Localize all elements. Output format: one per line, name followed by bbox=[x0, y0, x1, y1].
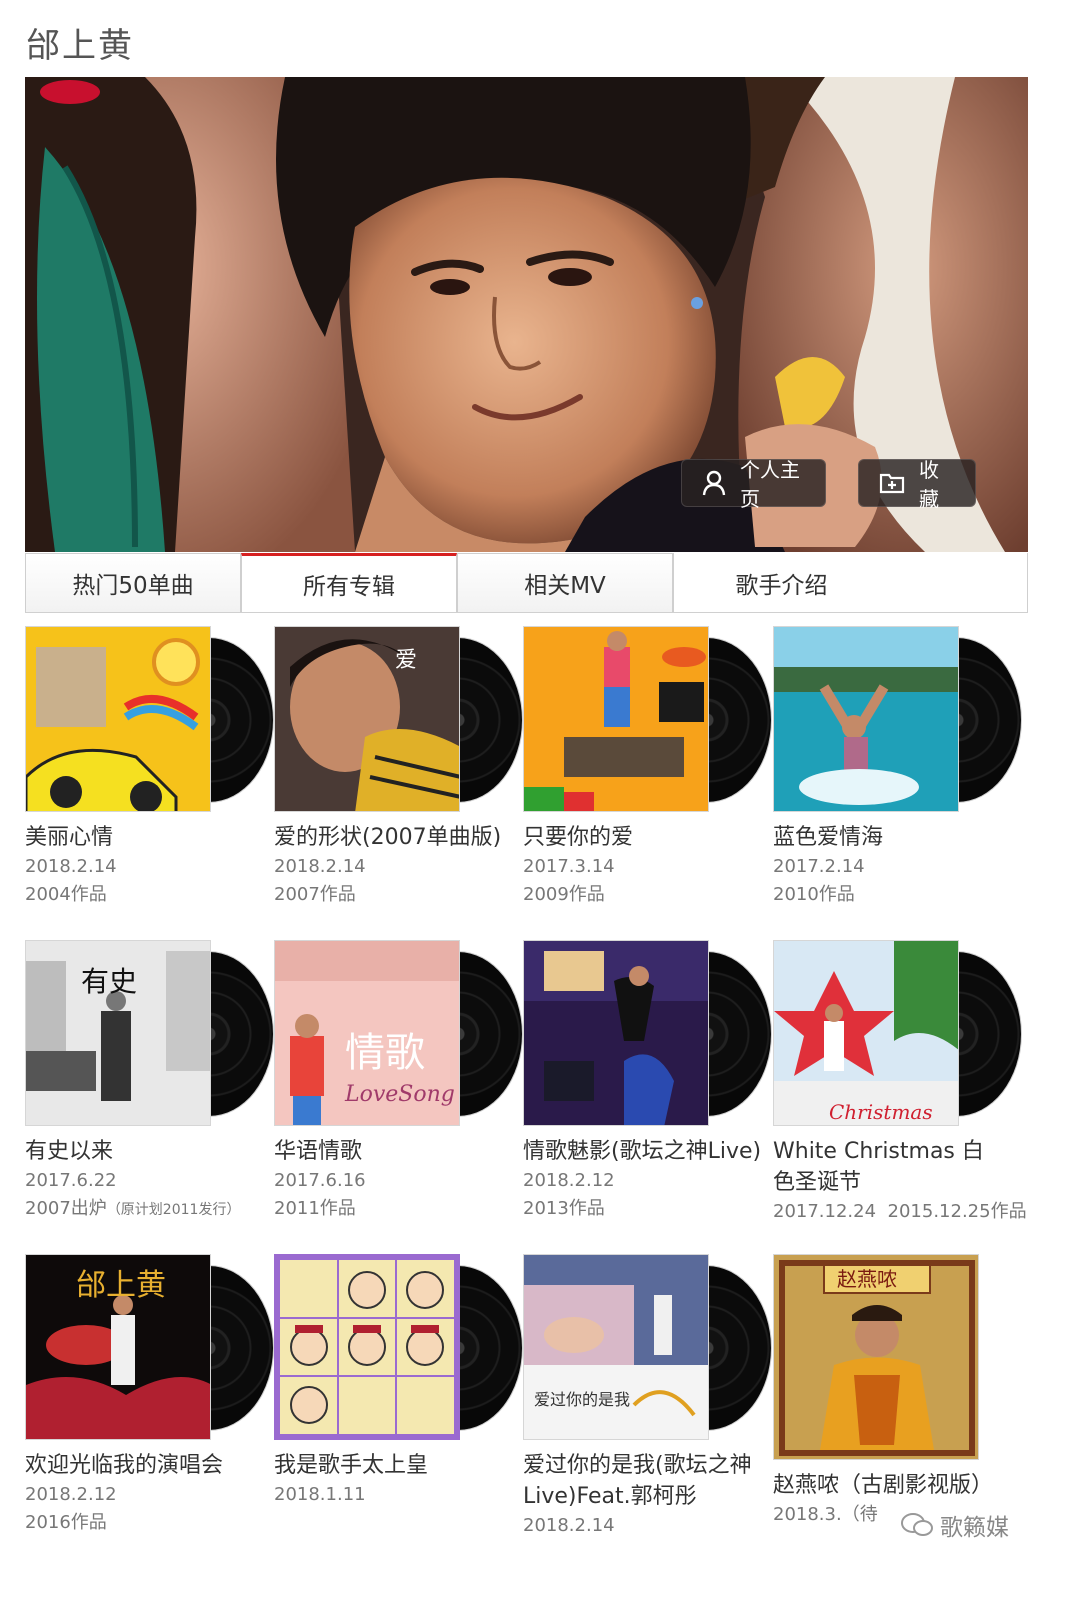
album-title[interactable]: 情歌魅影(歌坛之神Live) bbox=[523, 1136, 773, 1167]
album-card: 有史 有史以来 2017.6.22 2007出炉（原计划2011发行） bbox=[25, 940, 275, 1224]
album-title[interactable]: 爱过你的是我(歌坛之神Live)Feat.郭柯彤 bbox=[523, 1450, 753, 1512]
album-title[interactable]: 欢迎光临我的演唱会 bbox=[25, 1450, 275, 1481]
album-note: 2015.12.25作品 bbox=[887, 1201, 1027, 1222]
watermark: 歌籁媒 bbox=[900, 1508, 1009, 1542]
album-date-and-note: 2017.12.24 2015.12.25作品 bbox=[773, 1198, 1043, 1226]
svg-text:情歌: 情歌 bbox=[345, 1030, 425, 1076]
album-date: 2017.2.14 bbox=[773, 856, 865, 877]
album-title[interactable]: 赵燕哝（古剧影视版） bbox=[773, 1470, 1033, 1501]
tab-artist-intro[interactable]: 歌手介绍 bbox=[673, 553, 889, 612]
album-date: 2018.2.14 bbox=[25, 856, 117, 877]
album-note: 2009作品 bbox=[523, 884, 605, 905]
album-note: 2013作品 bbox=[523, 1198, 605, 1219]
profile-label: 个人主页 bbox=[740, 458, 800, 511]
album-date: 2017.3.14 bbox=[523, 856, 615, 877]
album-cover: 赵燕哝 bbox=[773, 1254, 979, 1460]
album-cover: 爱 bbox=[274, 626, 460, 812]
album-card: 蓝色爱情海 2017.2.14 2010作品 bbox=[773, 626, 1023, 909]
album-cover: 爱过你的是我 bbox=[523, 1254, 709, 1440]
album-title[interactable]: 爱的形状(2007单曲版) bbox=[274, 822, 524, 853]
album-cover-link[interactable]: 邰上黄 bbox=[25, 1254, 273, 1442]
album-card: 爱 爱的形状(2007单曲版) 2018.2.14 2007作品 bbox=[274, 626, 524, 909]
album-cover-link[interactable]: 爱 bbox=[274, 626, 522, 814]
album-title[interactable]: 华语情歌 bbox=[274, 1136, 524, 1167]
album-cover-link[interactable]: 有史 bbox=[25, 940, 273, 1128]
album-card: 只要你的爱 2017.3.14 2009作品 bbox=[523, 626, 773, 909]
album-date: 2018.2.12 bbox=[25, 1484, 117, 1505]
hero-banner: 个人主页 收藏 bbox=[25, 77, 1028, 552]
album-note: 2011作品 bbox=[274, 1198, 356, 1219]
album-note: 2010作品 bbox=[773, 884, 855, 905]
album-note: 2004作品 bbox=[25, 884, 107, 905]
wechat-icon bbox=[901, 1513, 933, 1536]
album-cover bbox=[773, 626, 959, 812]
album-cover-link[interactable] bbox=[25, 626, 273, 814]
svg-text:赵燕哝: 赵燕哝 bbox=[837, 1267, 897, 1291]
album-date: 2018.2.14 bbox=[274, 856, 366, 877]
album-title[interactable]: 美丽心情 bbox=[25, 822, 275, 853]
favorite-button[interactable]: 收藏 bbox=[858, 458, 976, 511]
album-cover: 邰上黄 bbox=[25, 1254, 211, 1440]
album-note-main: 2007出炉 bbox=[25, 1198, 107, 1219]
user-icon bbox=[702, 470, 726, 496]
svg-text:邰上黄: 邰上黄 bbox=[76, 1268, 166, 1303]
album-note: 2007出炉（原计划2011发行） bbox=[25, 1195, 275, 1224]
svg-text:爱: 爱 bbox=[395, 648, 417, 673]
album-cover: Christmas bbox=[773, 940, 959, 1126]
album-cover-link[interactable] bbox=[773, 626, 1021, 814]
album-cover bbox=[25, 626, 211, 812]
album-card: 赵燕哝 赵燕哝（古剧影视版） 2018.3.（待 bbox=[773, 1254, 1033, 1529]
tab-bar-filler bbox=[889, 553, 1028, 612]
album-title[interactable]: 蓝色爱情海 bbox=[773, 822, 1023, 853]
album-cover bbox=[274, 1254, 460, 1440]
watermark-text: 歌籁媒 bbox=[940, 1515, 1009, 1541]
artist-name: 邰上黄 bbox=[26, 26, 134, 66]
album-cover-link[interactable]: Christmas bbox=[773, 940, 1021, 1128]
album-card: Christmas White Christmas 白色圣诞节 2017.12.… bbox=[773, 940, 1043, 1226]
album-cover: 情歌 LoveSong bbox=[274, 940, 460, 1126]
album-date: 2017.12.24 bbox=[773, 1201, 877, 1222]
tab-related-mv[interactable]: 相关MV bbox=[457, 553, 673, 612]
album-card: 美丽心情 2018.2.14 2004作品 bbox=[25, 626, 275, 909]
album-cover-link[interactable] bbox=[523, 626, 771, 814]
tab-bar: 热门50单曲 所有专辑 相关MV 歌手介绍 bbox=[25, 553, 1028, 613]
svg-text:Christmas: Christmas bbox=[829, 1100, 933, 1124]
album-cover-link[interactable]: 情歌 LoveSong bbox=[274, 940, 522, 1128]
album-card: 爱过你的是我 爱过你的是我(歌坛之神Live)Feat.郭柯彤 2018.2.1… bbox=[523, 1254, 773, 1540]
album-card: 我是歌手太上皇 2018.1.11 bbox=[274, 1254, 524, 1509]
album-note: 2016作品 bbox=[25, 1512, 107, 1533]
album-date: 2017.6.22 bbox=[25, 1170, 117, 1191]
album-cover bbox=[523, 626, 709, 812]
album-note: 2007作品 bbox=[274, 884, 356, 905]
album-date: 2018.2.14 bbox=[523, 1515, 615, 1536]
album-card: 情歌 LoveSong 华语情歌 2017.6.16 2011作品 bbox=[274, 940, 524, 1223]
album-title[interactable]: 我是歌手太上皇 bbox=[274, 1450, 524, 1481]
album-title[interactable]: White Christmas 白色圣诞节 bbox=[773, 1136, 1003, 1198]
album-cover-link[interactable]: 爱过你的是我 bbox=[523, 1254, 771, 1442]
folder-add-icon bbox=[879, 473, 905, 494]
album-card: 邰上黄 欢迎光临我的演唱会 2018.2.12 2016作品 bbox=[25, 1254, 275, 1537]
album-date: 2018.2.12 bbox=[523, 1170, 615, 1191]
album-cover bbox=[523, 940, 709, 1126]
svg-text:LoveSong: LoveSong bbox=[344, 1082, 455, 1107]
album-title[interactable]: 只要你的爱 bbox=[523, 822, 773, 853]
album-date: 2018.1.11 bbox=[274, 1484, 366, 1505]
album-cover-link[interactable] bbox=[274, 1254, 522, 1442]
profile-button[interactable]: 个人主页 bbox=[681, 458, 826, 511]
tab-all-albums[interactable]: 所有专辑 bbox=[241, 553, 457, 612]
svg-text:有史: 有史 bbox=[81, 965, 137, 998]
album-cover-link[interactable] bbox=[523, 940, 771, 1128]
svg-text:爱过你的是我: 爱过你的是我 bbox=[534, 1390, 630, 1409]
album-card: 情歌魅影(歌坛之神Live) 2018.2.12 2013作品 bbox=[523, 940, 773, 1223]
album-note-small: （原计划2011发行） bbox=[106, 1202, 241, 1218]
album-date: 2017.6.16 bbox=[274, 1170, 366, 1191]
favorite-label: 收藏 bbox=[919, 458, 939, 511]
album-title[interactable]: 有史以来 bbox=[25, 1136, 275, 1167]
album-cover: 有史 bbox=[25, 940, 211, 1126]
tab-hot-singles[interactable]: 热门50单曲 bbox=[25, 553, 241, 612]
album-cover-link[interactable]: 赵燕哝 bbox=[773, 1254, 1003, 1460]
